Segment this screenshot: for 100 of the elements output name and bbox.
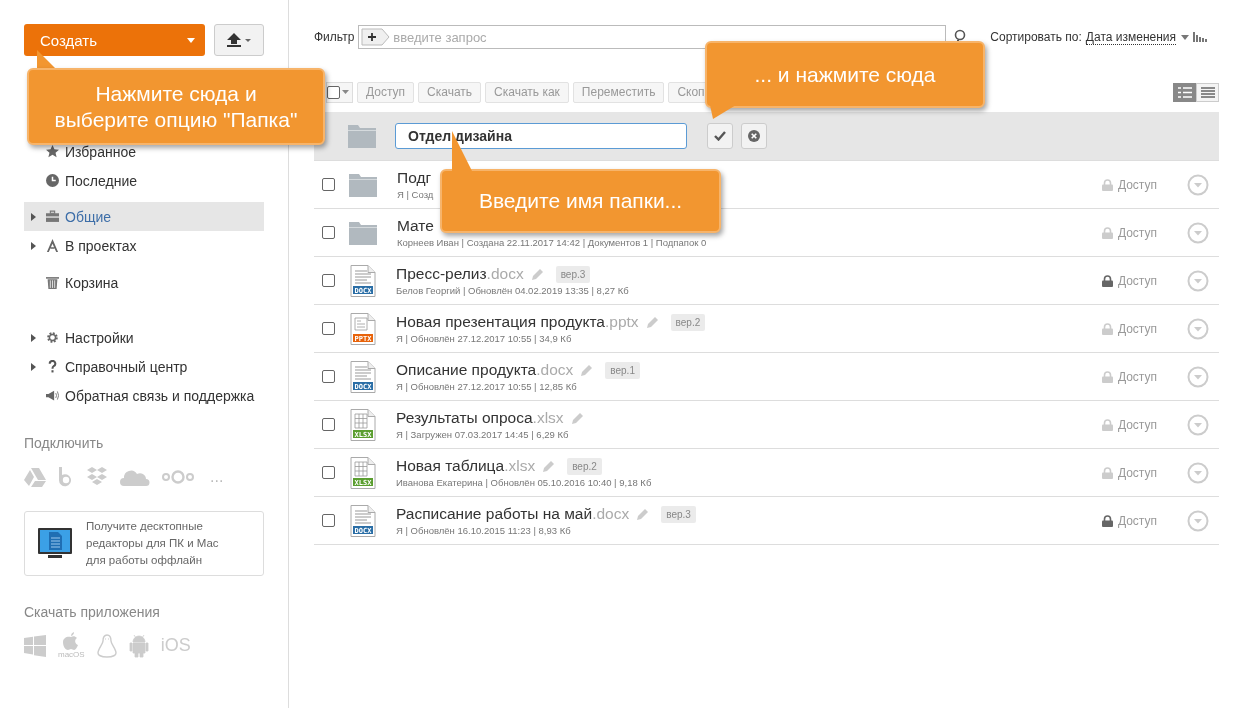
sidebar-item[interactable]: Корзина	[24, 268, 264, 297]
expand-arrow-icon	[31, 241, 36, 250]
upload-button[interactable]	[214, 24, 264, 56]
detailed-view-button[interactable]	[1173, 82, 1196, 102]
access-link[interactable]: Доступ	[1101, 321, 1157, 336]
file-details: Я | Обновлён 16.10.2015 11:23 | 8,93 Кб	[396, 525, 572, 536]
list-icon	[1200, 86, 1215, 98]
trash-icon	[46, 276, 59, 289]
file-name[interactable]: Новая таблица.xlsx	[396, 457, 536, 475]
menu-chevron-icon[interactable]	[1187, 461, 1209, 484]
version-badge[interactable]: вер.2	[567, 457, 602, 475]
file-name[interactable]: Мате	[397, 217, 434, 235]
sidebar-item[interactable]: В проектах	[24, 231, 264, 260]
expand-arrow-icon	[31, 333, 36, 342]
confirm-button[interactable]	[707, 123, 733, 149]
letter-b-icon[interactable]	[58, 467, 74, 487]
row-checkbox[interactable]	[322, 418, 335, 431]
more-link[interactable]: ...	[210, 468, 224, 486]
row-checkbox[interactable]	[322, 178, 335, 191]
menu-chevron-icon[interactable]	[1187, 269, 1209, 292]
menu-chevron-icon[interactable]	[1187, 221, 1209, 244]
briefcase-icon	[46, 210, 59, 223]
macos-link[interactable]: macOS	[58, 632, 85, 659]
access-link[interactable]: Доступ	[1101, 417, 1157, 432]
sidebar-item[interactable]: Справочный центр	[24, 352, 264, 381]
promo-text: Получите десктопные редакторы для ПК и Mac для работы оффлайн	[86, 519, 219, 568]
create-button[interactable]: Создать	[24, 24, 205, 56]
file-name[interactable]: Описание продукта.docx	[396, 361, 574, 379]
menu-chevron-icon[interactable]	[1187, 317, 1209, 340]
caret-icon[interactable]	[1181, 34, 1190, 40]
pencil-icon[interactable]	[571, 412, 584, 424]
file-details: Я | Созд	[397, 189, 434, 200]
file-name[interactable]: Результаты опроса.xlsx	[396, 409, 564, 427]
promo-card[interactable]: Получите десктопные редакторы для ПК и Mac для работы оффлайн	[24, 511, 264, 576]
section-title: Скачать приложения	[24, 604, 161, 620]
menu-chevron-icon[interactable]	[1187, 509, 1209, 532]
apple-icon	[63, 632, 80, 650]
sidebar-item[interactable]: Общие	[24, 202, 264, 231]
upload-icon	[226, 33, 252, 47]
sort-label: Сортировать по:	[990, 30, 1082, 44]
pencil-icon[interactable]	[637, 508, 650, 520]
version-badge[interactable]: вер.3	[555, 265, 591, 283]
sort-order-icon[interactable]	[1193, 32, 1208, 42]
file-name[interactable]: Подг	[397, 169, 432, 187]
row-checkbox[interactable]	[322, 322, 335, 335]
file-details: Корнеев Иван | Создана 22.11.2017 14:42 | Документов 1 | Подпапок 0	[397, 237, 707, 248]
list-view-button[interactable]	[1196, 82, 1219, 102]
row-checkbox[interactable]	[322, 466, 335, 479]
row-checkbox[interactable]	[322, 370, 335, 383]
access-link[interactable]: Доступ	[1101, 465, 1157, 480]
access-link[interactable]: Доступ	[1101, 225, 1157, 240]
caret-icon	[187, 37, 195, 43]
pencil-icon[interactable]	[581, 364, 594, 376]
sidebar-item[interactable]: Настройки	[24, 323, 264, 352]
folder-icon	[349, 220, 377, 245]
file-name[interactable]: Расписание работы на май.docx	[396, 505, 630, 523]
menu-chevron-icon[interactable]	[1187, 413, 1209, 436]
sort-dropdown[interactable]: Дата изменения	[1085, 29, 1177, 45]
file-details: Иванова Екатерина | Обновлён 05.10.2016 10:40 | 9,18 Кб	[396, 477, 652, 488]
access-link[interactable]: Доступ	[1101, 273, 1157, 288]
question-icon	[46, 360, 59, 373]
menu-chevron-icon[interactable]	[1187, 365, 1209, 388]
folder-icon	[349, 172, 377, 197]
section-title: Подключить	[24, 435, 105, 451]
hint-tooltip: Нажмите сюда и выберите опцию "Папка"	[27, 68, 325, 145]
menu-chevron-icon[interactable]	[1187, 173, 1209, 196]
android-icon[interactable]	[128, 633, 149, 658]
folder-name-field[interactable]: Отдел дизайна	[395, 123, 687, 149]
expand-arrow-icon	[31, 362, 36, 371]
access-link[interactable]: Доступ	[1101, 177, 1157, 192]
rings-icon[interactable]	[162, 470, 194, 484]
filter-label: Фильтр	[314, 30, 355, 44]
pencil-icon[interactable]	[531, 268, 544, 280]
windows-icon[interactable]	[24, 634, 46, 657]
cloud-icon[interactable]	[120, 468, 150, 486]
gear-icon	[46, 331, 59, 344]
row-checkbox[interactable]	[322, 274, 335, 287]
tooltip-pointer	[710, 105, 736, 119]
file-name[interactable]: Новая презентация продукта.pptx	[396, 313, 639, 331]
version-badge[interactable]: вер.2	[670, 313, 706, 331]
pencil-icon[interactable]	[543, 460, 556, 472]
file-details: Я | Загружен 07.03.2017 14:45 | 6,29 Кб	[396, 429, 570, 440]
pencil-icon[interactable]	[646, 316, 659, 328]
sidebar-item[interactable]: Последние	[24, 166, 264, 195]
access-link[interactable]: Доступ	[1101, 369, 1157, 384]
row-checkbox[interactable]	[322, 226, 335, 239]
cancel-button[interactable]	[741, 123, 767, 149]
clock-icon	[46, 174, 59, 187]
version-badge[interactable]: вер.1	[605, 361, 640, 379]
row-checkbox[interactable]	[322, 514, 335, 527]
compass-icon	[46, 239, 59, 252]
megaphone-icon	[46, 389, 59, 402]
version-badge[interactable]: вер.3	[661, 505, 696, 523]
file-details: Я | Обновлён 27.12.2017 10:55 | 34,9 Кб	[396, 333, 573, 344]
select-all-checkbox[interactable]	[326, 81, 353, 103]
file-details: Я | Обновлён 27.12.2017 10:55 | 12,85 Кб	[396, 381, 578, 392]
access-link[interactable]: Доступ	[1101, 513, 1157, 528]
file-name[interactable]: Пресс-релиз.docx	[396, 265, 524, 283]
sidebar-item[interactable]: Обратная связь и поддержка	[24, 381, 264, 410]
detailed-list-icon	[1177, 86, 1192, 98]
